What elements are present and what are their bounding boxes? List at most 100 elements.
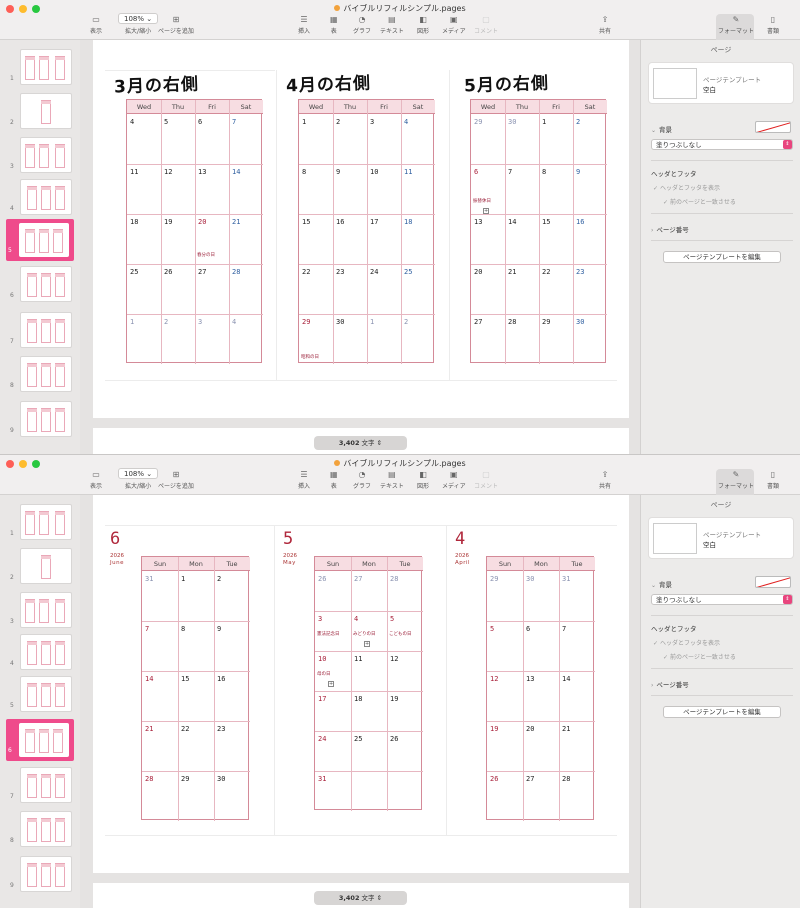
fill-dropdown[interactable]: 塗りつぶしなし ⇕ [651,139,793,150]
page-thumbnail[interactable] [20,592,72,628]
date-number[interactable]: 14 [562,675,570,683]
date-number[interactable]: 21 [232,218,240,226]
shape-button[interactable]: ◧ 図形 [417,14,429,35]
date-number[interactable]: 30 [217,775,225,783]
add-item-icon[interactable]: + [483,208,489,214]
date-number[interactable]: 26 [490,775,498,783]
insert-button[interactable]: ☰ 挿入 [298,14,310,35]
share-button[interactable]: ⇪ 共有 [599,469,611,490]
date-number[interactable]: 13 [526,675,534,683]
page-thumbnails-sidebar[interactable]: 1 2 3 4 5 6 7 8 9 [0,40,80,454]
date-number[interactable]: 23 [217,725,225,733]
document-page[interactable]: 3月の右側 Wed Thu Fri Sat 4 5 6 7 11 12 13 14 18 19 20 21 25 2… [93,40,629,418]
page-thumbnail[interactable] [6,219,74,261]
date-number[interactable]: 28 [508,318,516,326]
date-number[interactable]: 4 [232,318,236,326]
date-number[interactable]: 12 [164,168,172,176]
date-number[interactable]: 27 [198,268,206,276]
date-number[interactable]: 11 [354,655,362,663]
date-number[interactable]: 18 [354,695,362,703]
add-item-icon[interactable]: + [328,681,334,687]
date-number[interactable]: 2 [404,318,408,326]
date-number[interactable]: 19 [490,725,498,733]
date-number[interactable]: 14 [232,168,240,176]
shape-button[interactable]: ◧ 図形 [417,469,429,490]
date-number[interactable]: 26 [390,735,398,743]
date-number[interactable]: 14 [508,218,516,226]
date-number[interactable]: 12 [390,655,398,663]
date-number[interactable]: 23 [336,268,344,276]
background-color-swatch[interactable] [755,121,791,133]
date-number[interactable]: 28 [145,775,153,783]
date-number[interactable]: 11 [130,168,138,176]
date-number[interactable]: 1 [181,575,185,583]
date-number[interactable]: 6 [474,168,478,176]
date-number[interactable]: 13 [198,168,206,176]
date-number[interactable]: 22 [181,725,189,733]
word-count-button[interactable]: 3,402 文字 ⇕ [314,436,407,450]
document-button[interactable]: ▯ 書類 [767,469,779,490]
date-number[interactable]: 4 [354,615,358,623]
show-header-footer-checkbox[interactable]: ✓ ヘッダとフッタを表示 [653,638,720,647]
date-number[interactable]: 5 [390,615,394,623]
date-number[interactable]: 15 [542,218,550,226]
date-number[interactable]: 6 [198,118,202,126]
date-number[interactable]: 2 [336,118,340,126]
page-thumbnail[interactable] [20,811,72,847]
document-page[interactable]: 6 2026 June Sun Mon Tue 31 1 2 7 8 9 14 15 16 21 22 23 28 2… [93,495,629,873]
media-button[interactable]: ▣ メディア [442,14,466,35]
date-number[interactable]: 30 [508,118,516,126]
date-number[interactable]: 6 [526,625,530,633]
date-number[interactable]: 4 [404,118,408,126]
date-number[interactable]: 26 [164,268,172,276]
date-number[interactable]: 1 [302,118,306,126]
date-number[interactable]: 3 [198,318,202,326]
date-number[interactable]: 7 [508,168,512,176]
page-thumbnail[interactable] [20,49,72,85]
date-number[interactable]: 25 [354,735,362,743]
date-number[interactable]: 3 [318,615,322,623]
chart-button[interactable]: ◔ グラフ [353,14,371,35]
date-number[interactable]: 16 [217,675,225,683]
date-number[interactable]: 14 [145,675,153,683]
zoom-control[interactable]: 108% ⌄ 拡大/縮小 [118,13,159,35]
date-number[interactable]: 29 [474,118,482,126]
date-number[interactable]: 31 [562,575,570,583]
date-number[interactable]: 9 [336,168,340,176]
date-number[interactable]: 21 [145,725,153,733]
date-number[interactable]: 15 [181,675,189,683]
date-number[interactable]: 28 [232,268,240,276]
date-number[interactable]: 12 [490,675,498,683]
date-number[interactable]: 18 [130,218,138,226]
date-number[interactable]: 8 [181,625,185,633]
date-number[interactable]: 22 [302,268,310,276]
date-number[interactable]: 5 [164,118,168,126]
page-thumbnail[interactable] [20,676,72,712]
date-number[interactable]: 19 [164,218,172,226]
comment-button[interactable]: ▢ コメント [474,14,498,35]
page-template-box[interactable]: ページテンプレート 空白 [648,62,794,104]
page-template-box[interactable]: ページテンプレート 空白 [648,517,794,559]
date-number[interactable]: 20 [474,268,482,276]
date-number[interactable]: 9 [217,625,221,633]
date-number[interactable]: 8 [542,168,546,176]
format-button[interactable]: ✎ フォーマット [718,14,754,35]
date-number[interactable]: 13 [474,218,482,226]
chart-button[interactable]: ◔ グラフ [353,469,371,490]
date-number[interactable]: 18 [404,218,412,226]
page-thumbnail[interactable] [20,266,72,302]
date-number[interactable]: 5 [490,625,494,633]
date-number[interactable]: 2 [217,575,221,583]
date-number[interactable]: 9 [576,168,580,176]
document-canvas[interactable]: 3月の右側 Wed Thu Fri Sat 4 5 6 7 11 12 13 14 18 19 20 21 25 2… [80,40,640,454]
date-number[interactable]: 17 [370,218,378,226]
zoom-select[interactable]: 108% ⌄ [118,13,159,24]
date-number[interactable]: 23 [576,268,584,276]
text-button[interactable]: ▤ テキスト [380,14,404,35]
share-button[interactable]: ⇪ 共有 [599,14,611,35]
page-thumbnail[interactable] [20,356,72,392]
page-thumbnail[interactable] [20,93,72,129]
date-number[interactable]: 1 [542,118,546,126]
page-thumbnail[interactable] [20,548,72,584]
date-number[interactable]: 26 [318,575,326,583]
